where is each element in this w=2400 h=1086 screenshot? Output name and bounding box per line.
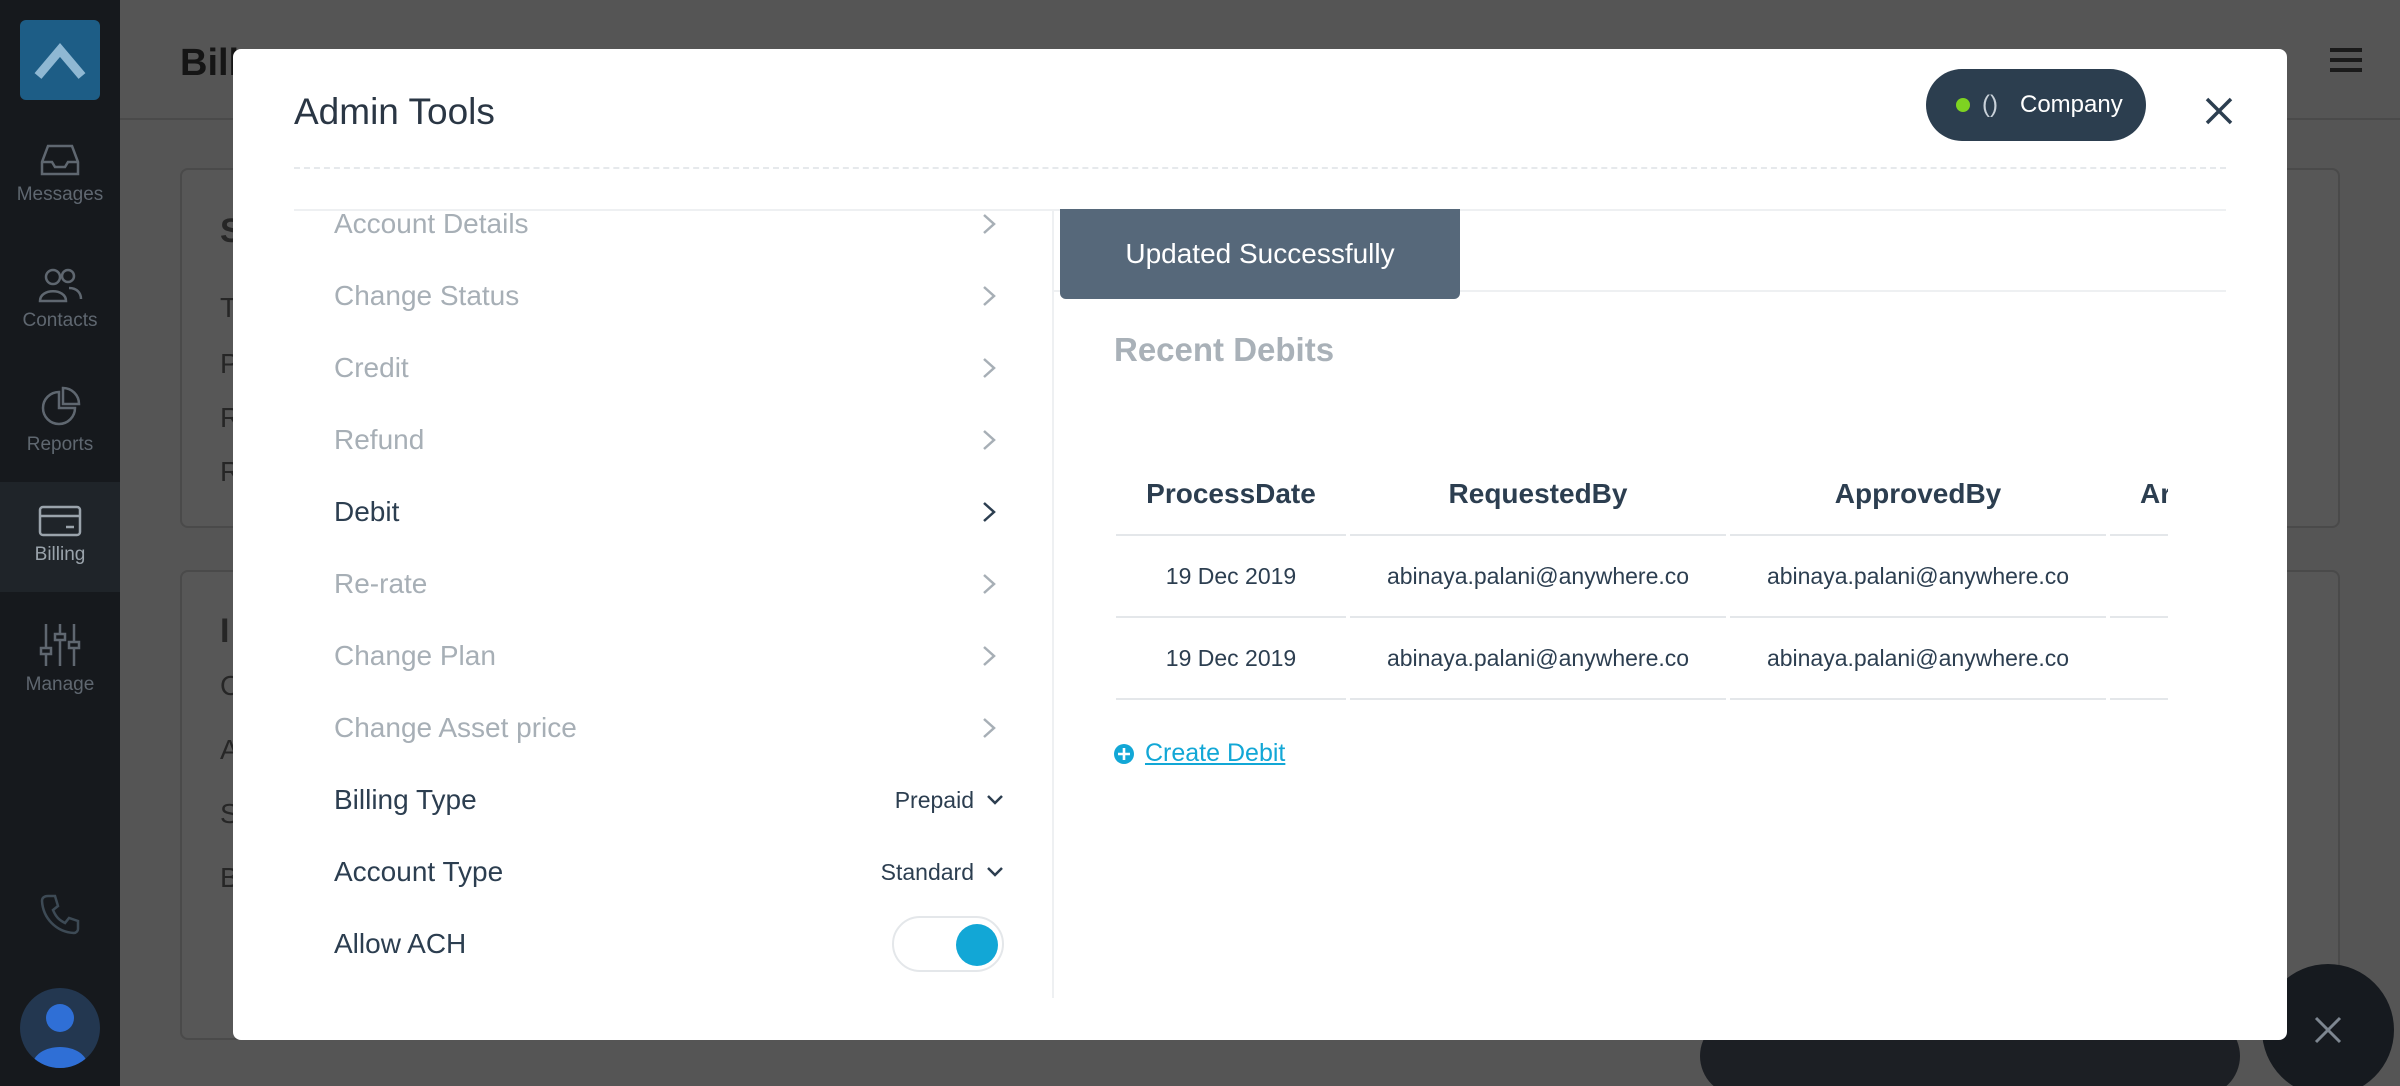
chevron-right-icon (974, 641, 1004, 671)
company-label: Company (2019, 91, 2123, 118)
menu-item-label: Change Asset price (334, 712, 577, 743)
table-cell: 19 Dec 2019 (1116, 618, 1346, 700)
modal-close-button[interactable] (2197, 89, 2241, 133)
menu-item-account-details[interactable]: Account Details (294, 209, 1004, 254)
background-page-title: Bill (180, 42, 240, 84)
admin-menu: Account Details Change Status Credit Ref… (294, 209, 1054, 999)
menu-item-change-plan[interactable]: Change Plan (294, 626, 1004, 686)
billing-type-select[interactable]: Prepaid (895, 787, 1004, 814)
header-divider (294, 167, 2226, 169)
account-type-value: Standard (880, 858, 974, 885)
recent-debits-table: ProcessDate RequestedBy ApprovedBy Ar 19… (1116, 454, 2168, 700)
plus-circle-icon (1114, 743, 1134, 764)
chevron-right-icon (974, 209, 1004, 239)
pie-chart-icon (41, 386, 81, 426)
nav-billing-label: Billing (34, 544, 86, 565)
chevron-right-icon (974, 497, 1004, 527)
nav-messages[interactable]: Messages (0, 142, 120, 206)
menu-item-label: Account Details (334, 209, 529, 239)
chevron-right-icon (974, 281, 1004, 311)
inbox-icon (40, 144, 80, 176)
chevron-down-icon (987, 795, 1003, 805)
account-type-select[interactable]: Standard (881, 859, 1004, 886)
toggle-track (892, 916, 1004, 972)
menu-item-label: Debit (334, 496, 400, 527)
nav-manage-label: Manage (25, 674, 95, 695)
sliders-icon (39, 624, 81, 666)
allow-ach-label: Allow ACH (334, 928, 467, 959)
table-cell: abinaya.palani@anywhere.co (1730, 618, 2106, 700)
app-sidebar: Messages Contacts Reports Billing Manage (0, 0, 120, 1086)
table-cell: abinaya.palani@anywhere.co (1350, 618, 1726, 700)
column-header[interactable]: RequestedBy (1350, 454, 1726, 536)
company-switcher[interactable]: () Company (1926, 69, 2146, 141)
modal-title: Admin Tools (294, 91, 495, 132)
table-row: 19 Dec 2019 abinaya.palani@anywhere.co a… (1116, 618, 2168, 700)
table-cell: abinaya.palani@anywhere.co (1730, 536, 2106, 618)
menu-item-label: Credit (334, 352, 409, 383)
column-header[interactable]: Ar (2110, 454, 2168, 536)
menu-item-re-rate[interactable]: Re-rate (294, 554, 1004, 614)
menu-item-credit[interactable]: Credit (294, 338, 1004, 398)
menu-item-label: Change Status (334, 280, 520, 311)
menu-item-refund[interactable]: Refund (294, 410, 1004, 470)
menu-item-change-asset-price[interactable]: Change Asset price (294, 698, 1004, 758)
nav-contacts[interactable]: Contacts (0, 266, 120, 332)
create-debit-label: Create Debit (1145, 739, 1286, 767)
nav-billing[interactable]: Billing (0, 482, 120, 592)
hamburger-menu-icon[interactable] (2330, 46, 2362, 74)
nav-reports-label: Reports (26, 434, 94, 455)
panel-divider (1052, 209, 1054, 998)
menu-item-label: Refund (334, 424, 425, 455)
section-title: Recent Debits (1114, 331, 1335, 368)
nav-reports[interactable]: Reports (0, 386, 120, 456)
chevron-right-icon (974, 425, 1004, 455)
success-toast: Updated Successfully (1060, 209, 1460, 299)
billing-type-label: Billing Type (334, 784, 477, 815)
credit-card-icon (38, 505, 82, 537)
create-debit-link[interactable]: Create Debit (1113, 739, 1285, 768)
contacts-icon (38, 268, 83, 303)
table-cell: abinaya.palani@anywhere.co (1350, 536, 1726, 618)
billing-type-value: Prepaid (894, 786, 974, 813)
column-header[interactable]: ApprovedBy (1730, 454, 2106, 536)
company-paren: () (1982, 91, 1998, 118)
chevron-right-icon (974, 353, 1004, 383)
status-dot (1956, 98, 1970, 112)
menu-item-debit[interactable]: Debit (294, 482, 1004, 542)
menu-item-label: Change Plan (334, 640, 496, 671)
phone-icon[interactable] (38, 892, 82, 936)
allow-ach-row: Allow ACH (294, 914, 1004, 974)
table-cell (2110, 618, 2168, 700)
table-header-row: ProcessDate RequestedBy ApprovedBy Ar (1116, 454, 2168, 536)
toggle-knob (956, 924, 998, 966)
table-row: 19 Dec 2019 abinaya.palani@anywhere.co a… (1116, 536, 2168, 618)
app-logo[interactable] (20, 20, 100, 100)
close-icon (2205, 97, 2233, 125)
menu-item-label: Re-rate (334, 568, 428, 599)
table-cell: 19 Dec 2019 (1116, 536, 1346, 618)
column-header[interactable]: ProcessDate (1116, 454, 1346, 536)
user-avatar[interactable] (20, 988, 100, 1068)
table-cell (2110, 536, 2168, 618)
nav-contacts-label: Contacts (22, 310, 98, 331)
account-type-row: Account Type Standard (294, 842, 1004, 902)
chevron-down-icon (987, 867, 1003, 877)
account-type-label: Account Type (334, 856, 504, 887)
allow-ach-toggle[interactable] (892, 916, 1004, 972)
billing-type-row: Billing Type Prepaid (294, 770, 1004, 830)
close-icon (2314, 1016, 2342, 1044)
menu-item-change-status[interactable]: Change Status (294, 266, 1004, 326)
chevron-right-icon (974, 569, 1004, 599)
admin-tools-modal: Admin Tools () Company Account Details C… (233, 49, 2287, 1040)
nav-messages-label: Messages (16, 184, 104, 205)
bg-card-title: I (220, 612, 230, 650)
chevron-right-icon (974, 713, 1004, 743)
nav-manage[interactable]: Manage (0, 622, 120, 696)
